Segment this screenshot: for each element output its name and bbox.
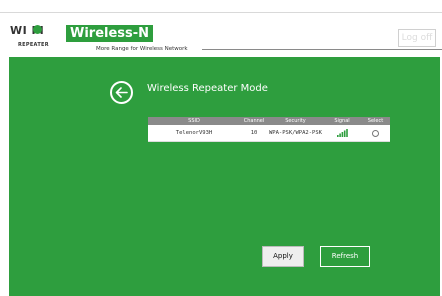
security-cell: WPA-PSK/WPA2-PSK — [269, 130, 322, 136]
column-header-select: Select — [367, 118, 384, 124]
select-cell — [361, 125, 390, 141]
ssid-cell: TelenorV93H — [175, 130, 213, 136]
logoff-button[interactable]: Log off — [398, 29, 436, 47]
top-divider — [0, 12, 442, 13]
signal-cell — [323, 125, 361, 141]
main-panel: Wireless Repeater Mode SSID Channel Secu… — [9, 57, 440, 296]
table-header: SSID Channel Security Signal Select — [148, 117, 390, 125]
refresh-button[interactable]: Refresh — [320, 246, 370, 267]
back-arrow-icon[interactable] — [110, 81, 133, 104]
signal-bars-icon — [336, 129, 348, 137]
column-header-channel: Channel — [243, 118, 265, 124]
logo-subtitle: REPEATER — [18, 42, 49, 48]
column-header-ssid: SSID — [188, 118, 200, 124]
network-table: SSID Channel Security Signal Select Tele… — [148, 117, 390, 142]
wifi-repeater-logo: WI FI REPEATER — [10, 22, 62, 52]
brand-tagline: More Range for Wireless Network — [96, 46, 188, 52]
table-row[interactable]: TelenorV93H 10 WPA-PSK/WPA2-PSK — [148, 125, 390, 142]
brand-badge: Wireless-N — [66, 25, 154, 42]
column-header-signal: Signal — [334, 118, 350, 124]
apply-button[interactable]: Apply — [262, 246, 304, 267]
channel-cell: 10 — [250, 130, 258, 136]
column-header-security: Security — [285, 118, 306, 124]
select-radio[interactable] — [372, 129, 379, 137]
wifi-dot-icon — [33, 25, 42, 34]
page-title: Wireless Repeater Mode — [147, 83, 268, 94]
header-divider — [202, 49, 442, 50]
